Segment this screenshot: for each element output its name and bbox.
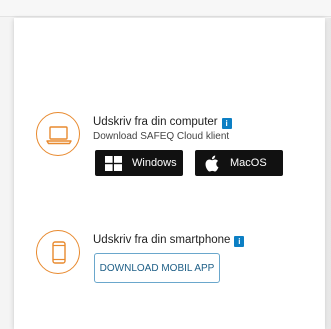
info-icon[interactable]: i [221, 118, 232, 129]
laptop-icon [46, 126, 72, 145]
laptop-icon-circle [36, 112, 80, 156]
smartphone-title-text: Udskriv fra din smartphone [93, 234, 231, 246]
info-icon[interactable]: i [234, 236, 245, 247]
page-frame: Udskriv fra din computer i Download SAFEQ… [0, 0, 331, 329]
right-edge-shadow [324, 18, 331, 329]
download-mobile-app-button[interactable]: DOWNLOAD MOBIL APP [94, 253, 220, 283]
smartphone-icon-circle [36, 230, 80, 274]
apple-icon [205, 155, 219, 171]
windows-button-label: Windows [132, 157, 177, 169]
mobile-app-button-label: DOWNLOAD MOBIL APP [99, 262, 215, 274]
smartphone-icon [52, 241, 66, 264]
windows-icon [105, 155, 122, 171]
computer-section-subtitle: Download SAFEQ Cloud klient [93, 131, 230, 142]
computer-title-text: Udskriv fra din computer [93, 116, 218, 128]
windows-download-button[interactable]: Windows [95, 150, 183, 176]
macos-button-label: MacOS [230, 157, 267, 169]
smartphone-section-title: Udskriv fra din smartphone i [93, 234, 245, 247]
computer-section-title: Udskriv fra din computer i [93, 116, 232, 129]
download-card: Udskriv fra din computer i Download SAFEQ… [14, 18, 325, 329]
macos-download-button[interactable]: MacOS [195, 150, 283, 176]
top-bar [0, 0, 331, 17]
